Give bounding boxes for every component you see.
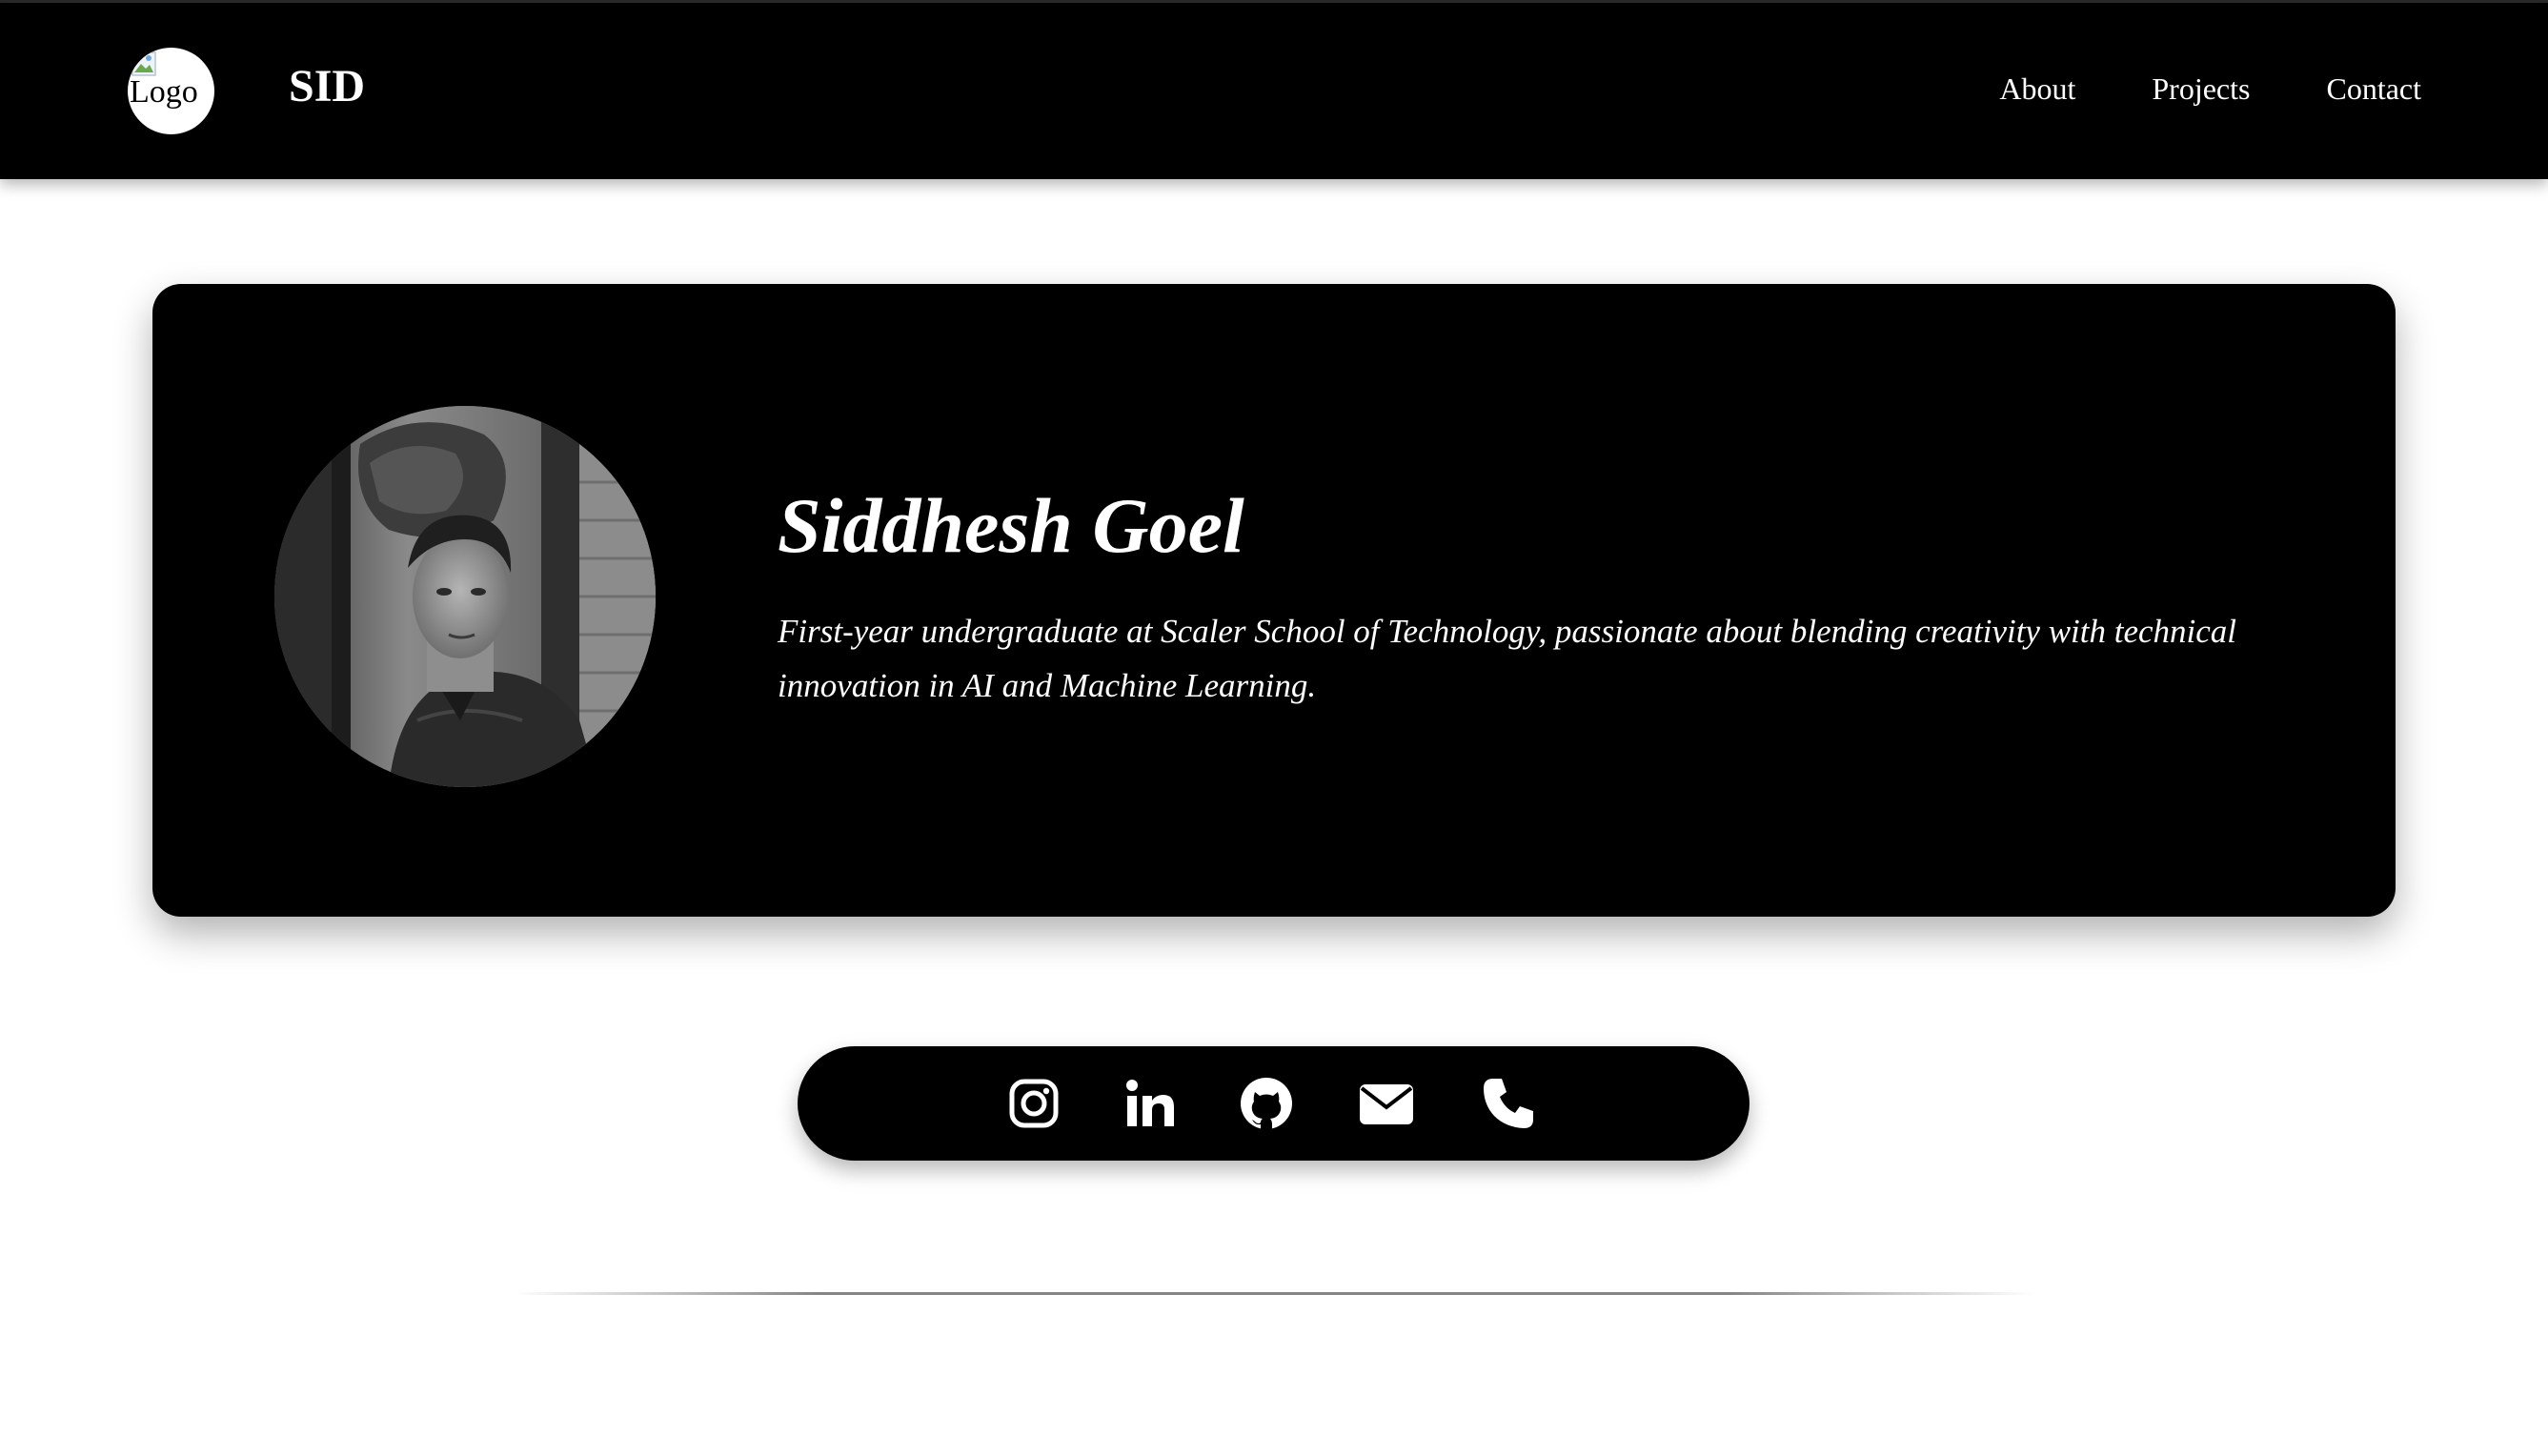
- nav-link-contact[interactable]: Contact: [2326, 73, 2421, 104]
- profile-photo: [274, 406, 656, 787]
- navbar: Logo SID About Projects Contact: [0, 3, 2548, 179]
- linkedin-icon[interactable]: [1122, 1075, 1179, 1132]
- section-divider: [515, 1292, 2033, 1295]
- brand-name[interactable]: SID: [289, 64, 365, 110]
- email-icon[interactable]: [1358, 1075, 1415, 1132]
- nav-link-about[interactable]: About: [1999, 73, 2075, 104]
- logo[interactable]: Logo: [128, 48, 214, 134]
- nav-links: About Projects Contact: [1999, 73, 2421, 104]
- hero-card: Siddhesh Goel First-year undergraduate a…: [152, 284, 2396, 917]
- phone-icon[interactable]: [1480, 1075, 1537, 1132]
- social-links-bar: [798, 1046, 1749, 1161]
- instagram-icon[interactable]: [1005, 1075, 1062, 1132]
- hero-bio: First-year undergraduate at Scaler Schoo…: [778, 613, 2237, 704]
- broken-image-icon: [131, 51, 156, 76]
- nav-link-projects[interactable]: Projects: [2152, 73, 2250, 104]
- github-icon[interactable]: [1238, 1075, 1295, 1132]
- logo-alt-text: Logo: [130, 74, 198, 110]
- profile-photo-drawing: [274, 406, 656, 787]
- hero-name: Siddhesh Goel: [778, 482, 1244, 569]
